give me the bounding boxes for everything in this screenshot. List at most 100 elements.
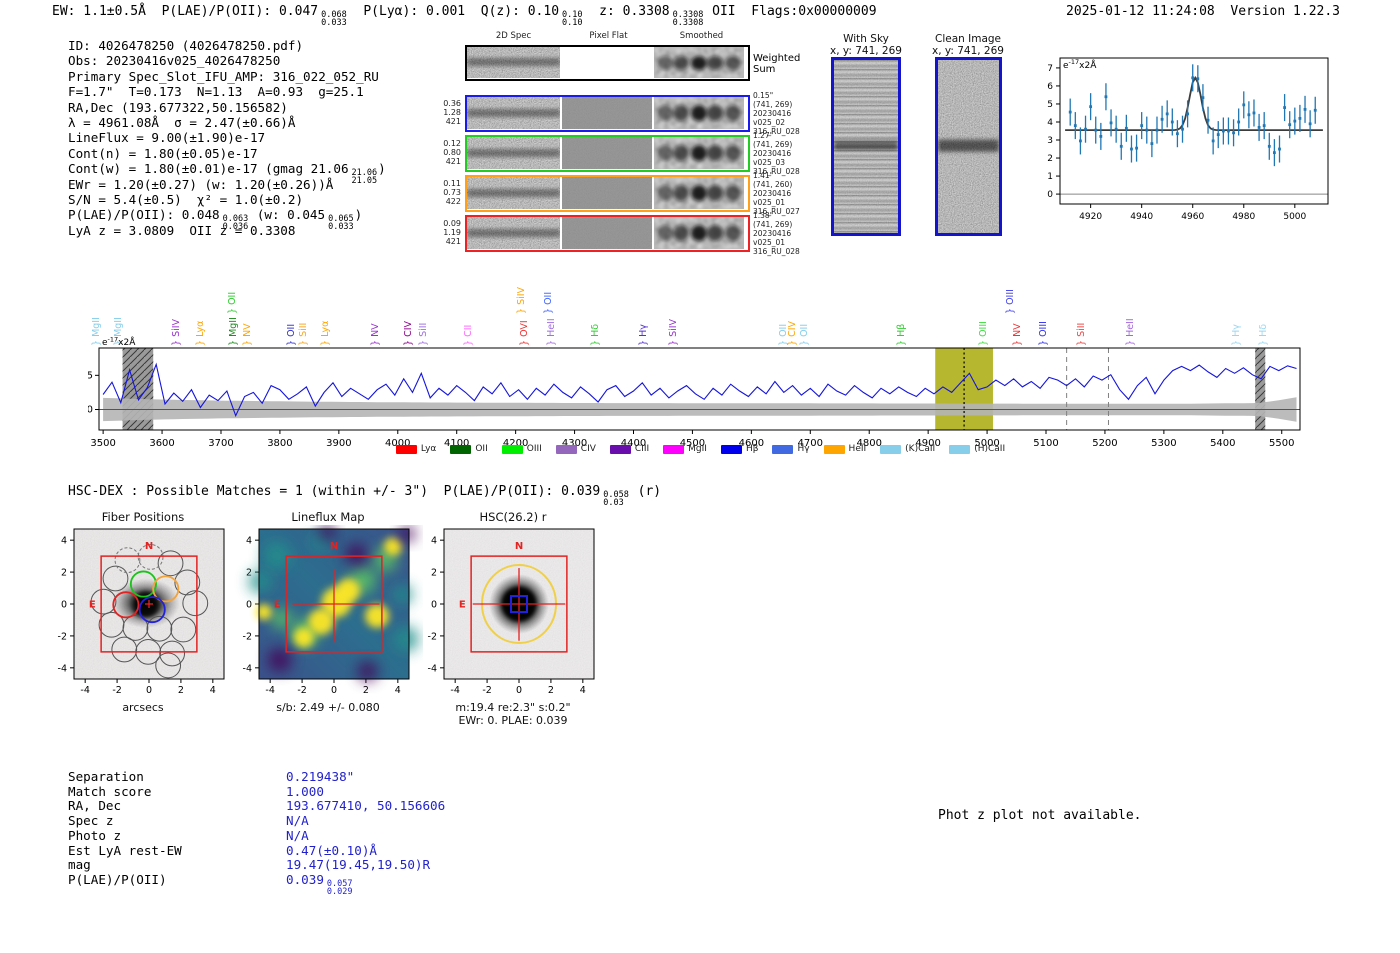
match-table-row: Photo zN/A <box>68 829 445 844</box>
hsc-mag-label: m:19.4 re:2.3" s:0.2" <box>418 701 608 714</box>
spec2d-rows: WeightedSum0.361.284210.15"(741, 269)202… <box>465 45 750 255</box>
legend-item-Lyα: Lyα <box>396 444 436 454</box>
hsc-cutout-panel: HSC(26.2) r 420-2-4-4-2024NE m:19.4 re:2… <box>418 510 608 727</box>
elixer-report-page: { "header": { "summary": [ {"t":"EW: 1.1… <box>0 0 1400 953</box>
emission-line-label-OIII: } OIII <box>1006 289 1015 314</box>
svg-text:5: 5 <box>88 370 93 381</box>
match-table-label: mag <box>68 858 286 873</box>
hsc-ewr-label: EWr: 0. PLAE: 0.039 <box>418 714 608 727</box>
spec2d-row-left-labels: 0.120.80421 <box>439 139 461 166</box>
spec2d-row-right-labels: 0.15"(741, 269)20230416v025_02316_RU_028 <box>753 91 800 136</box>
spec2d-cell <box>562 177 652 210</box>
svg-text:-4: -4 <box>450 685 459 696</box>
legend-swatch <box>610 445 631 454</box>
svg-text:2: 2 <box>1047 154 1053 164</box>
lineflux-map-title: Lineflux Map <box>233 510 423 525</box>
match-table-value: 193.677410, 50.156606 <box>286 799 445 814</box>
stacked-uncertainty: 0.33080.3308 <box>673 11 704 27</box>
svg-text:0: 0 <box>146 685 152 696</box>
legend-item-(K)CaII: (K)CaII <box>880 444 935 454</box>
svg-text:2: 2 <box>61 568 67 579</box>
match-table-label: Spec z <box>68 814 286 829</box>
stacked-uncertainty: 0.0570.029 <box>327 880 353 896</box>
info-line: F=1.7" T=0.173 N=1.13 A=0.93 g=25.1 <box>68 84 386 99</box>
stacked-uncertainty: 0.0580.03 <box>603 491 629 507</box>
match-table-label: P(LAE)/P(OII) <box>68 873 286 896</box>
spec2d-cell <box>654 97 744 130</box>
match-table-row: Est LyA rest-EW0.47(±0.10)Å <box>68 844 445 859</box>
svg-text:N: N <box>145 541 153 552</box>
svg-text:-4: -4 <box>243 663 252 674</box>
legend-item-Hγ: Hγ <box>772 444 809 454</box>
header-summary: EW: 1.1±0.5Å P(LAE)/P(OII): 0.0470.0680.… <box>52 4 877 27</box>
svg-text:1: 1 <box>1047 172 1053 182</box>
spec2d-cell <box>654 137 744 170</box>
header-bar: EW: 1.1±0.5Å P(LAE)/P(OII): 0.0470.0680.… <box>52 4 1340 27</box>
info-line: EWr = 1.20(±0.27) (w: 1.20(±0.26))Å <box>68 177 386 192</box>
match-table-label: Photo z <box>68 829 286 844</box>
legend-swatch <box>556 445 577 454</box>
spec2d-cell <box>467 137 560 170</box>
spec2d-row <box>465 215 750 252</box>
match-table-value: 19.47(19.45,19.50)R <box>286 858 430 873</box>
svg-text:0: 0 <box>431 600 437 611</box>
svg-text:-4: -4 <box>265 685 274 696</box>
line-fit-chart: 0123456749204940496049805000e-17x2Å <box>1036 46 1336 228</box>
info-line: RA,Dec (193.677322,50.156582) <box>68 100 386 115</box>
spec2d-row <box>465 175 750 212</box>
match-table-value: N/A <box>286 814 309 829</box>
svg-text:4920: 4920 <box>1079 212 1102 222</box>
header-datetime: 2025-01-12 11:24:08 <box>1066 4 1215 19</box>
phot-z-note: Phot z plot not available. <box>938 808 1142 823</box>
svg-text:0: 0 <box>331 685 337 696</box>
svg-text:N: N <box>330 541 338 552</box>
header-timestamp: 2025-01-12 11:24:08 Version 1.22.3 <box>1066 4 1340 27</box>
spec2d-col-title: 2D Spec <box>465 31 562 41</box>
info-line: ID: 4026478250 (4026478250.pdf) <box>68 38 386 53</box>
spec2d-col-title: Pixel Flat <box>562 31 655 41</box>
svg-text:E: E <box>89 600 96 611</box>
svg-text:-2: -2 <box>243 631 252 642</box>
with-sky-block: With Sky x, y: 741, 269 <box>828 34 904 57</box>
svg-text:2: 2 <box>178 685 184 696</box>
svg-text:-2: -2 <box>58 631 67 642</box>
svg-text:4960: 4960 <box>1181 212 1204 222</box>
emission-line-label-OII: } OII <box>228 292 237 314</box>
header-version: Version 1.22.3 <box>1230 4 1340 19</box>
spec2d-cell <box>562 217 652 250</box>
with-sky-image <box>831 57 901 236</box>
svg-text:4980: 4980 <box>1232 212 1255 222</box>
svg-text:3: 3 <box>1047 136 1053 146</box>
spec2d-row-left-labels: 0.091.19421 <box>439 219 461 246</box>
hsc-cutout-title: HSC(26.2) r <box>418 510 608 525</box>
svg-text:4: 4 <box>61 536 67 547</box>
svg-text:N: N <box>515 541 523 552</box>
spec2d-row-left-labels: 0.110.73422 <box>439 179 461 206</box>
spec2d-cell <box>467 47 560 79</box>
svg-text:2: 2 <box>363 685 369 696</box>
emission-line-label-SiIV: } SiIV <box>517 287 526 314</box>
legend-item-OII: OII <box>450 444 487 454</box>
info-line: Cont(n) = 1.80(±0.05)e-17 <box>68 146 386 161</box>
spec2d-cell <box>654 177 744 210</box>
legend-swatch <box>502 445 523 454</box>
match-table-row: Separation0.219438" <box>68 770 445 785</box>
spec2d-row <box>465 45 750 81</box>
info-line: Cont(w) = 1.80(±0.01)e-17 (gmag 21.0621.… <box>68 161 386 176</box>
spec2d-row-right-labels: 1.38"(741, 269)20230416v025_01316_RU_028 <box>753 211 800 256</box>
info-line: Obs: 20230416v025_4026478250 <box>68 53 386 68</box>
match-table-row: Spec zN/A <box>68 814 445 829</box>
svg-text:-2: -2 <box>428 631 437 642</box>
svg-text:-4: -4 <box>428 663 437 674</box>
match-table-row: Match score1.000 <box>68 785 445 800</box>
svg-text:0: 0 <box>88 405 93 416</box>
info-block: ID: 4026478250 (4026478250.pdf)Obs: 2023… <box>68 38 386 238</box>
svg-text:0: 0 <box>246 600 252 611</box>
clean-image-texture <box>938 60 999 233</box>
clean-image-panel <box>935 57 1002 236</box>
svg-text:4: 4 <box>580 685 586 696</box>
svg-text:E: E <box>274 600 281 611</box>
fiber-positions-panel: Fiber Positions 420-2-4-4-2024NE arcsecs <box>48 510 238 714</box>
legend-swatch <box>949 445 970 454</box>
svg-text:2: 2 <box>431 568 437 579</box>
